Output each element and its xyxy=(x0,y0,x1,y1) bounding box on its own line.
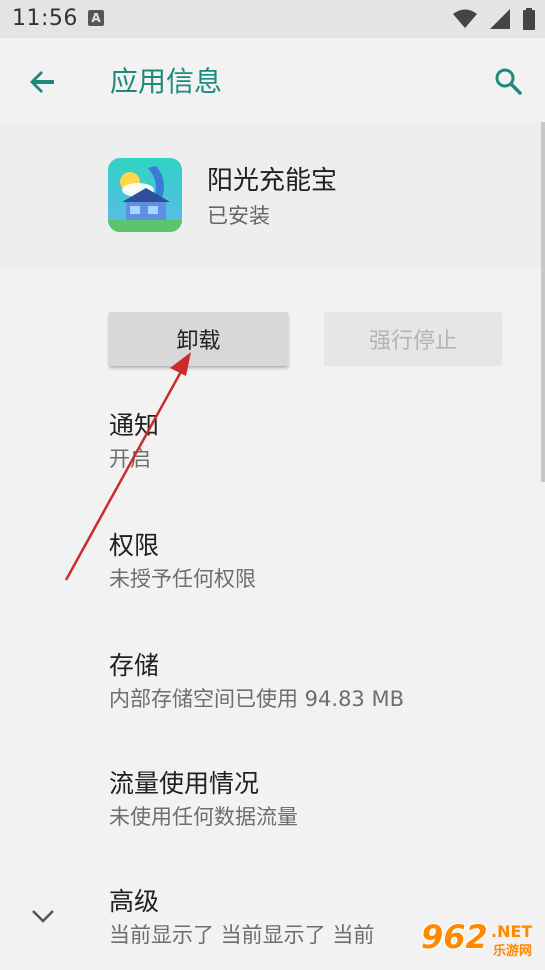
app-install-status: 已安装 xyxy=(207,204,270,228)
wifi-icon xyxy=(452,9,477,33)
setting-subtitle: 开启 xyxy=(109,447,151,471)
setting-subtitle: 未使用任何数据流量 xyxy=(109,805,298,829)
watermark-logo: 962 .NET 乐游网 xyxy=(407,918,539,959)
status-bar: 11:56 A xyxy=(0,0,545,38)
setting-subtitle: 内部存储空间已使用 94.83 MB xyxy=(109,687,404,711)
status-icons xyxy=(445,8,535,34)
setting-title: 权限 xyxy=(109,531,160,560)
force-stop-button[interactable]: 强行停止 xyxy=(324,312,502,366)
app-name: 阳光充能宝 xyxy=(207,166,338,196)
scrollbar[interactable] xyxy=(541,122,545,482)
search-icon xyxy=(495,68,522,95)
app-icon xyxy=(108,158,182,232)
app-header: 阳光充能宝 已安装 xyxy=(0,122,541,267)
arrow-back-icon xyxy=(30,71,54,93)
app-bar: 应用信息 xyxy=(0,38,545,122)
setting-storage[interactable]: 存储 内部存储空间已使用 94.83 MB xyxy=(109,650,529,714)
page-title: 应用信息 xyxy=(110,65,223,98)
setting-permissions[interactable]: 权限 未授予任何权限 xyxy=(109,530,529,594)
back-button[interactable] xyxy=(20,60,64,104)
signal-icon xyxy=(489,9,510,33)
watermark-site: 乐游网 xyxy=(493,944,533,959)
notification-a-icon: A xyxy=(88,10,104,26)
chevron-down-icon[interactable] xyxy=(30,906,56,926)
setting-notifications[interactable]: 通知 开启 xyxy=(109,410,529,474)
battery-icon xyxy=(523,8,535,34)
setting-title: 高级 xyxy=(109,887,160,916)
search-button[interactable] xyxy=(487,60,531,104)
setting-title: 存储 xyxy=(109,651,160,680)
watermark-number: 962 xyxy=(421,918,488,956)
uninstall-button[interactable]: 卸载 xyxy=(109,312,288,366)
setting-subtitle: 未授予任何权限 xyxy=(109,567,256,591)
setting-title: 通知 xyxy=(109,411,160,440)
status-time: 11:56 xyxy=(12,6,78,31)
setting-title: 流量使用情况 xyxy=(109,769,260,798)
watermark-domain: .NET xyxy=(491,922,533,941)
setting-data-usage[interactable]: 流量使用情况 未使用任何数据流量 xyxy=(109,768,529,832)
